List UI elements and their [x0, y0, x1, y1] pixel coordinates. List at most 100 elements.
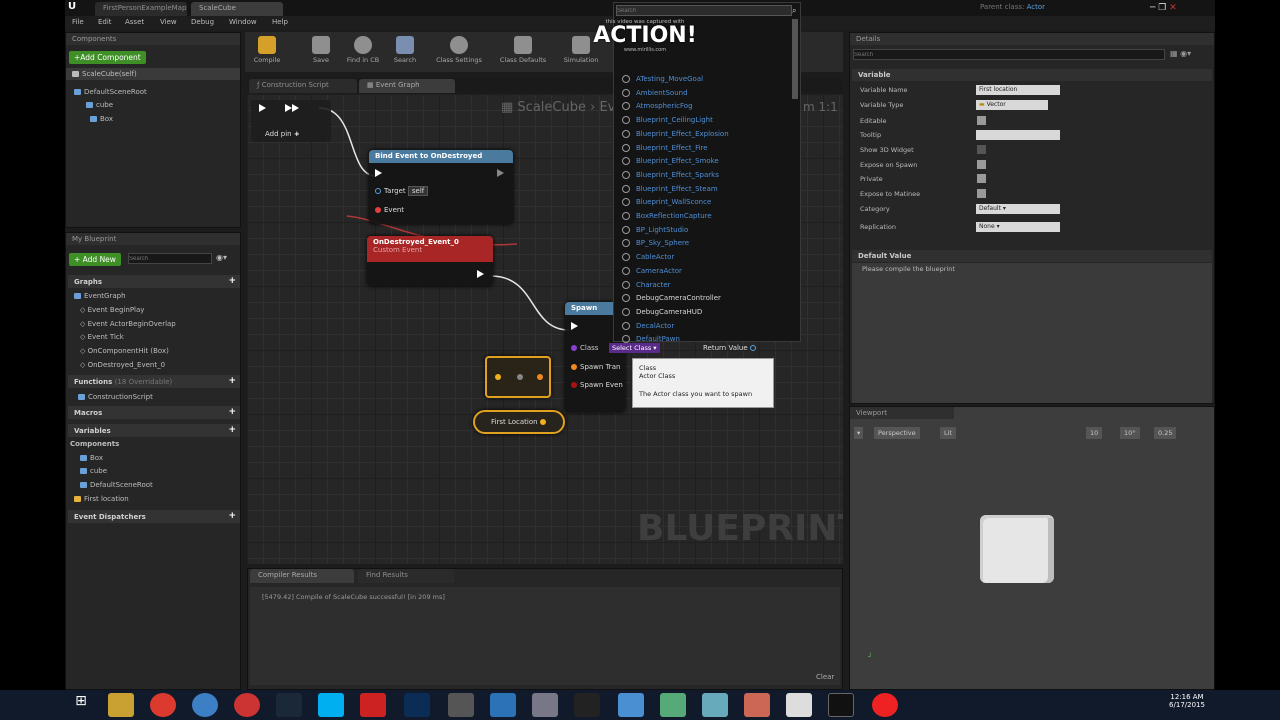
class-option[interactable]: BP_Sky_Sphere	[622, 239, 689, 247]
app-icon[interactable]	[192, 693, 218, 717]
select-class-dropdown[interactable]: Select Class ▾	[609, 343, 660, 353]
add-component-button[interactable]: +Add Component	[69, 51, 146, 64]
class-option[interactable]: Character	[622, 281, 671, 289]
class-picker-dropdown[interactable]: ⌕ this video was captured with ACTION! w…	[593, 2, 801, 343]
editable-checkbox[interactable]	[977, 116, 986, 125]
default-value-section[interactable]: Default Value	[852, 250, 1212, 262]
menu-edit[interactable]: Edit	[98, 18, 112, 26]
class-option[interactable]: Blueprint_Effect_Smoke	[622, 157, 719, 165]
variable-section[interactable]: Variable	[852, 69, 1212, 81]
variable-name-field[interactable]: First location	[976, 85, 1060, 95]
sequence-node[interactable]: Add pin +	[251, 100, 331, 142]
tab-event-graph[interactable]: ▦ Event Graph	[359, 79, 455, 93]
tab-map[interactable]: FirstPersonExampleMap	[95, 2, 187, 16]
tooltip-field[interactable]	[976, 130, 1060, 140]
lit-button[interactable]: Lit	[940, 427, 956, 439]
chrome-icon[interactable]	[150, 693, 176, 717]
steam-icon[interactable]	[276, 693, 302, 717]
add-macro-icon[interactable]: +	[228, 407, 236, 417]
expose-matinee-checkbox[interactable]	[977, 189, 986, 198]
category-select[interactable]: Default ▾	[976, 204, 1060, 214]
event-item[interactable]: ◇ Event BeginPlay	[80, 306, 144, 314]
component-cube[interactable]: cube	[86, 101, 113, 109]
add-dispatcher-icon[interactable]: +	[228, 511, 236, 521]
app-icon[interactable]	[448, 693, 474, 717]
exec-pin[interactable]	[285, 104, 299, 112]
class-option[interactable]: DebugCameraHUD	[622, 308, 702, 316]
find-in-cb-button[interactable]: Find in CB	[343, 34, 383, 70]
variable-item[interactable]: DefaultSceneRoot	[80, 481, 153, 489]
class-option[interactable]: BoxReflectionCapture	[622, 212, 712, 220]
make-transform-node[interactable]	[485, 356, 551, 398]
menu-view[interactable]: View	[160, 18, 177, 26]
tab-find-results[interactable]: Find Results	[358, 569, 454, 583]
tab-blueprint[interactable]: ScaleCube	[191, 2, 283, 16]
app-icon[interactable]	[660, 693, 686, 717]
eye-icon[interactable]: ◉▾	[216, 253, 227, 262]
unreal-icon[interactable]	[828, 693, 854, 717]
add-graph-icon[interactable]: +	[228, 276, 236, 286]
viewport-options-button[interactable]: ▾	[854, 427, 864, 439]
rotation-snap-value[interactable]: 10°	[1120, 427, 1140, 439]
skype-icon[interactable]	[318, 693, 344, 717]
class-settings-button[interactable]: Class Settings	[431, 34, 487, 70]
photoshop-icon[interactable]	[404, 693, 430, 717]
app-icon[interactable]	[702, 693, 728, 717]
class-option[interactable]: DecalActor	[622, 322, 674, 330]
search-button[interactable]: Search	[385, 34, 425, 70]
return-value-pin[interactable]: Return Value	[703, 344, 759, 352]
ondestroyed-event-node[interactable]: OnDestroyed_Event_0 Custom Event	[367, 236, 493, 286]
exec-in-pin[interactable]	[571, 322, 578, 330]
event-item[interactable]: ◇ OnDestroyed_Event_0	[80, 361, 165, 369]
class-option[interactable]: Blueprint_WallSconce	[622, 198, 711, 206]
class-defaults-button[interactable]: Class Defaults	[495, 34, 551, 70]
class-option[interactable]: AmbientSound	[622, 89, 688, 97]
vector-pin[interactable]	[495, 373, 504, 381]
class-option[interactable]: ATesting_MoveGoal	[622, 75, 703, 83]
class-option[interactable]: CableActor	[622, 253, 674, 261]
clear-button[interactable]: Clear	[816, 673, 834, 681]
start-button[interactable]: ⊞	[70, 693, 92, 717]
class-option[interactable]: Blueprint_Effect_Explosion	[622, 130, 729, 138]
add-variable-icon[interactable]: +	[228, 425, 236, 435]
variable-item[interactable]: cube	[80, 467, 107, 475]
app-icon[interactable]	[360, 693, 386, 717]
bind-event-node[interactable]: Bind Event to OnDestroyed Target self Ev…	[369, 150, 513, 224]
perspective-button[interactable]: Perspective	[874, 427, 920, 439]
event-item[interactable]: ◇ Event ActorBeginOverlap	[80, 320, 176, 328]
save-button[interactable]: Save	[301, 34, 341, 70]
construction-script-item[interactable]: ConstructionScript	[78, 393, 153, 401]
class-option[interactable]: Blueprint_Effect_Sparks	[622, 171, 719, 179]
variable-first-location[interactable]: First location	[74, 495, 129, 503]
class-option[interactable]: Blueprint_Effect_Fire	[622, 144, 708, 152]
app-icon[interactable]	[490, 693, 516, 717]
class-pin[interactable]: Class	[571, 344, 598, 352]
explorer-icon[interactable]	[108, 693, 134, 717]
rotator-pin[interactable]	[517, 373, 526, 381]
menu-help[interactable]: Help	[272, 18, 288, 26]
scale-snap-value[interactable]: 0.25	[1154, 427, 1177, 439]
class-option[interactable]: BP_LightStudio	[622, 226, 688, 234]
window-controls[interactable]: ─ ❐ ✕	[1150, 3, 1210, 13]
menu-file[interactable]: File	[72, 18, 84, 26]
section-variables[interactable]: Variables +	[68, 424, 240, 437]
transform-out-pin[interactable]	[537, 373, 546, 381]
cube-mesh[interactable]	[980, 515, 1054, 583]
first-location-getter[interactable]: First Location	[473, 410, 565, 434]
app-icon[interactable]	[786, 693, 812, 717]
section-graphs[interactable]: Graphs +	[68, 275, 240, 288]
component-root[interactable]: DefaultSceneRoot	[74, 88, 147, 96]
terminal-icon[interactable]	[574, 693, 600, 717]
add-function-icon[interactable]: +	[228, 376, 236, 386]
tab-compiler-results[interactable]: Compiler Results	[250, 569, 354, 583]
exec-out-pin[interactable]	[497, 169, 504, 177]
view-options-icon[interactable]: ▦ ◉▾	[1170, 49, 1210, 60]
class-option[interactable]: DebugCameraController	[622, 294, 721, 302]
class-option[interactable]: Blueprint_Effect_Steam	[622, 185, 718, 193]
event-pin[interactable]: Event	[375, 206, 404, 214]
tab-construction-script[interactable]: ƒ Construction Script	[249, 79, 357, 93]
class-option[interactable]: CameraActor	[622, 267, 682, 275]
scrollbar[interactable]	[792, 19, 798, 99]
eventgraph-item[interactable]: EventGraph	[74, 292, 126, 300]
exec-pin[interactable]	[259, 104, 266, 112]
